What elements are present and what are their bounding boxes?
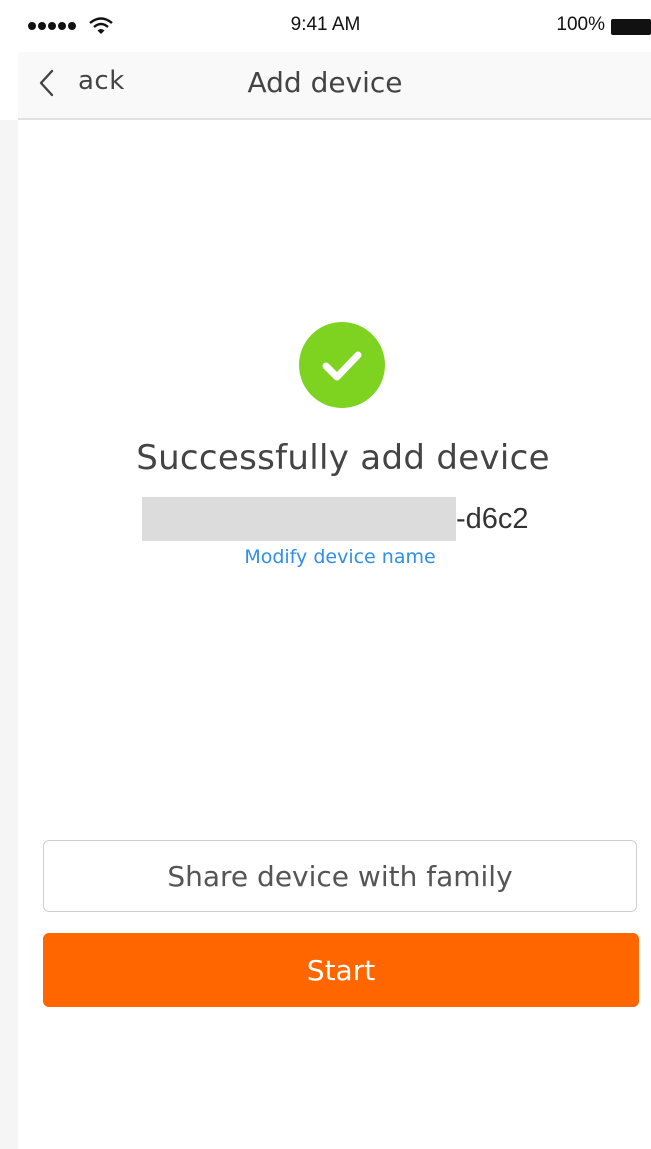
status-bar: 9:41 AM 100% xyxy=(0,0,651,52)
check-circle-icon xyxy=(299,322,385,408)
device-name: -d6c2 xyxy=(142,497,529,541)
status-time: 9:41 AM xyxy=(290,14,361,35)
device-name-suffix: -d6c2 xyxy=(456,502,529,535)
left-rail xyxy=(0,120,18,1149)
page-title: Add device xyxy=(247,66,403,99)
share-device-button[interactable]: Share device with family xyxy=(43,840,637,912)
nav-bar: ack Add device xyxy=(18,52,651,120)
success-message: Successfully add device xyxy=(136,438,550,478)
start-button[interactable]: Start xyxy=(43,933,639,1007)
device-name-redaction xyxy=(142,497,456,541)
battery-icon xyxy=(611,19,651,35)
battery-percent: 100% xyxy=(556,14,605,35)
modify-device-name-link[interactable]: Modify device name xyxy=(0,546,651,568)
